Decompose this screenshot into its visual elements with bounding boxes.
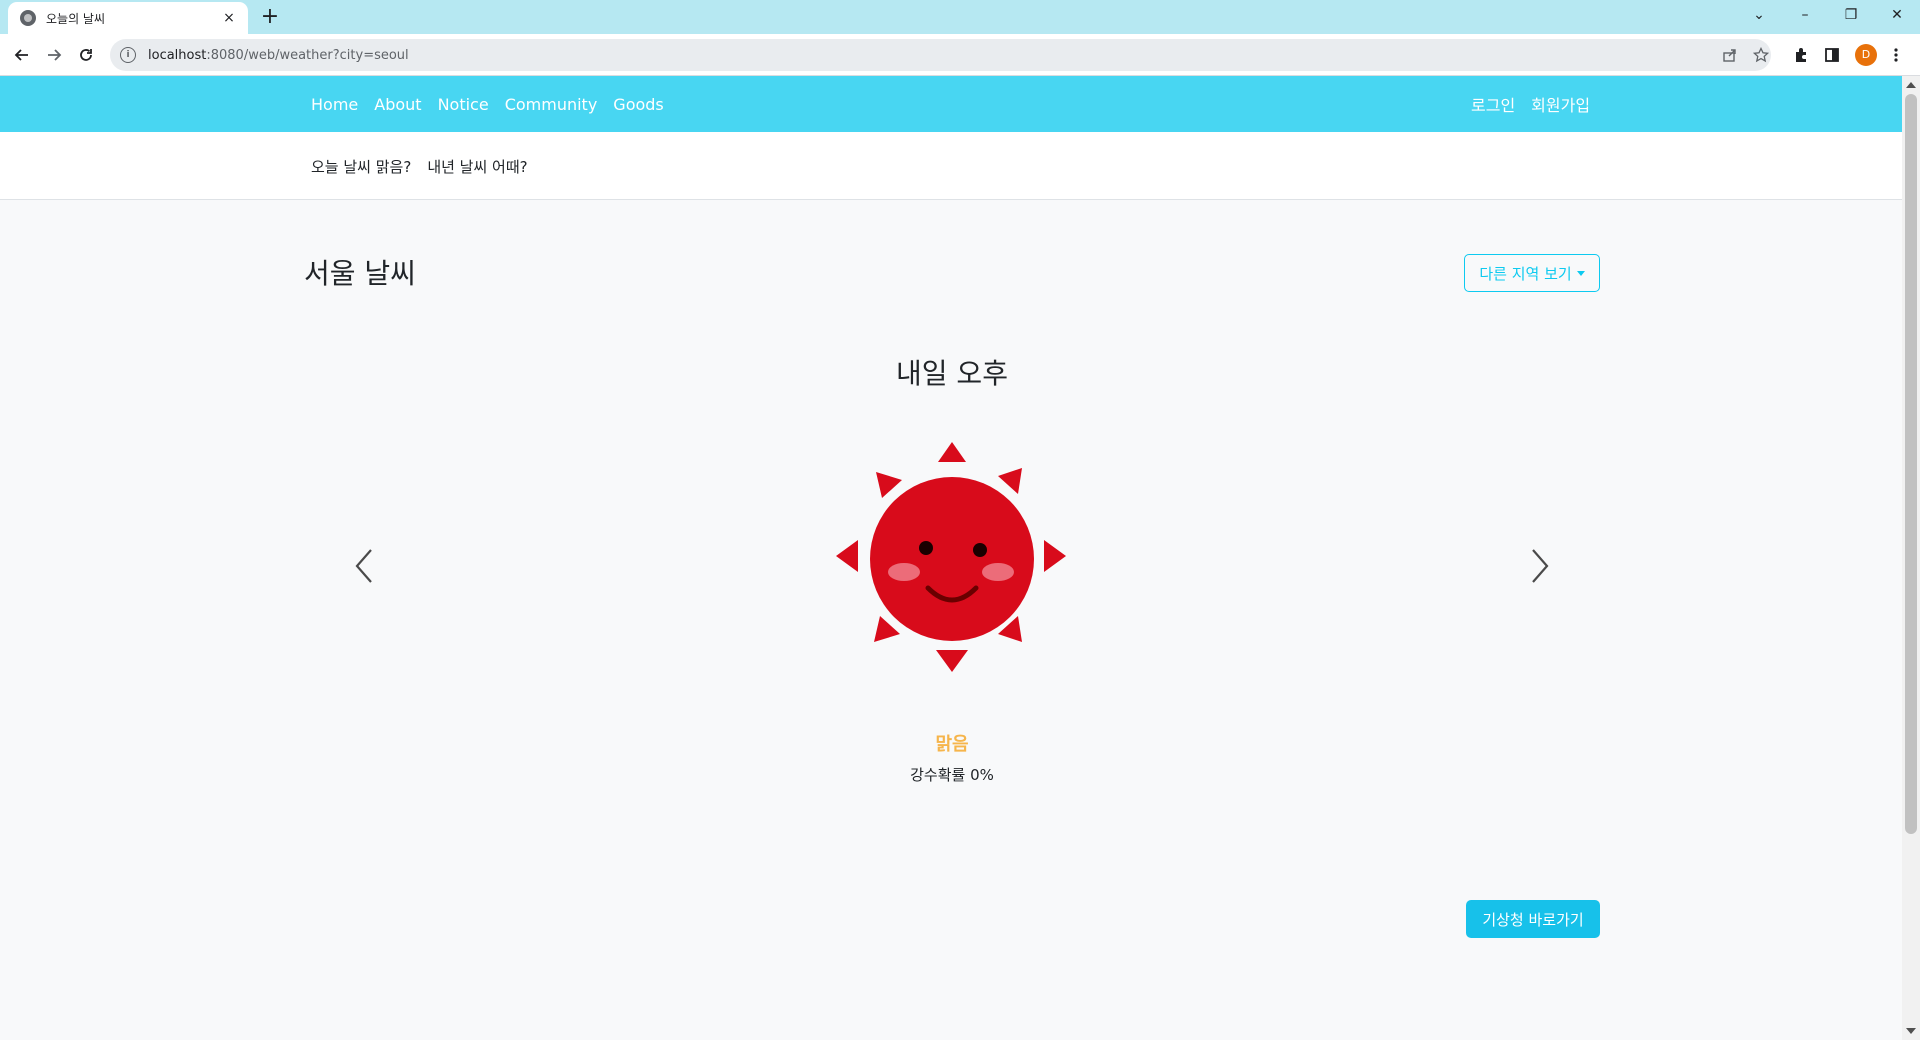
chevron-right-icon <box>1532 549 1549 583</box>
nav-notice[interactable]: Notice <box>438 95 489 114</box>
address-bar[interactable]: i localhost:8080/web/weather?city=seoul <box>110 39 1771 71</box>
subnav-today-weather[interactable]: 오늘 날씨 맑음? <box>311 156 411 177</box>
other-region-dropdown-button[interactable]: 다른 지역 보기 <box>1464 254 1600 292</box>
nav-about[interactable]: About <box>374 95 421 114</box>
tab-search-icon[interactable]: ⌄ <box>1736 0 1782 30</box>
profile-avatar[interactable]: D <box>1855 44 1877 66</box>
login-link[interactable]: 로그인 <box>1471 92 1515 116</box>
restore-button[interactable]: ❐ <box>1828 0 1874 30</box>
side-panel-icon[interactable] <box>1824 47 1840 67</box>
tab-title: 오늘의 날씨 <box>46 11 106 26</box>
scrollbar-thumb[interactable] <box>1905 94 1917 834</box>
scroll-up-arrow-icon[interactable] <box>1906 82 1916 88</box>
subnav-next-year-weather[interactable]: 내년 날씨 어때? <box>427 156 527 177</box>
nav-home[interactable]: Home <box>311 95 358 114</box>
nav-community[interactable]: Community <box>505 95 598 114</box>
globe-icon <box>20 10 36 26</box>
auth-links: 로그인 회원가입 <box>1471 76 1590 132</box>
nav-links: Home About Notice Community Goods <box>311 76 680 132</box>
browser-tab[interactable]: 오늘의 날씨 × <box>8 2 248 34</box>
weather-status: 맑음 <box>935 734 969 755</box>
page: Home About Notice Community Goods 로그인 회원… <box>0 76 1902 1040</box>
reload-icon[interactable] <box>72 41 100 69</box>
sub-navbar: 오늘 날씨 맑음? 내년 날씨 어때? <box>0 132 1902 200</box>
share-icon[interactable] <box>1722 47 1738 67</box>
close-window-button[interactable]: ✕ <box>1874 0 1920 30</box>
page-title: 서울 날씨 <box>304 257 416 290</box>
scroll-down-arrow-icon[interactable] <box>1906 1028 1916 1034</box>
url-text: localhost:8080/web/weather?city=seoul <box>148 47 409 63</box>
browser-toolbar: i localhost:8080/web/weather?city=seoul … <box>0 34 1920 76</box>
precipitation-probability: 강수확률 0% <box>910 766 994 784</box>
chevron-left-icon <box>355 549 372 583</box>
kma-link-button[interactable]: 기상청 바로가기 <box>1466 900 1600 938</box>
back-icon[interactable] <box>8 41 36 69</box>
minimize-button[interactable]: – <box>1782 0 1828 30</box>
caret-down-icon <box>1576 270 1585 276</box>
site-info-icon[interactable]: i <box>120 47 136 63</box>
bookmark-star-icon[interactable] <box>1752 46 1770 67</box>
sun-face-icon <box>836 442 1066 672</box>
extensions-icon[interactable] <box>1793 47 1809 67</box>
main-navbar: Home About Notice Community Goods 로그인 회원… <box>0 76 1902 132</box>
page-scrollbar[interactable] <box>1902 76 1920 1040</box>
subnav-links: 오늘 날씨 맑음? 내년 날씨 어때? <box>311 132 544 200</box>
forward-icon[interactable] <box>40 41 68 69</box>
other-region-label: 다른 지역 보기 <box>1479 264 1572 283</box>
new-tab-button[interactable]: + <box>258 4 282 30</box>
signup-link[interactable]: 회원가입 <box>1531 92 1590 116</box>
nav-goods[interactable]: Goods <box>613 95 663 114</box>
tab-close-icon[interactable]: × <box>220 10 238 26</box>
carousel-next-button[interactable] <box>1480 516 1600 616</box>
slide-title: 내일 오후 <box>896 357 1008 390</box>
menu-kebab-icon[interactable] <box>1893 47 1899 67</box>
weather-carousel: 내일 오후 맑음 강수확률 0% <box>304 336 1600 836</box>
carousel-prev-button[interactable] <box>304 516 424 616</box>
browser-tab-strip: 오늘의 날씨 × + ⌄ – ❐ ✕ <box>0 0 1920 34</box>
